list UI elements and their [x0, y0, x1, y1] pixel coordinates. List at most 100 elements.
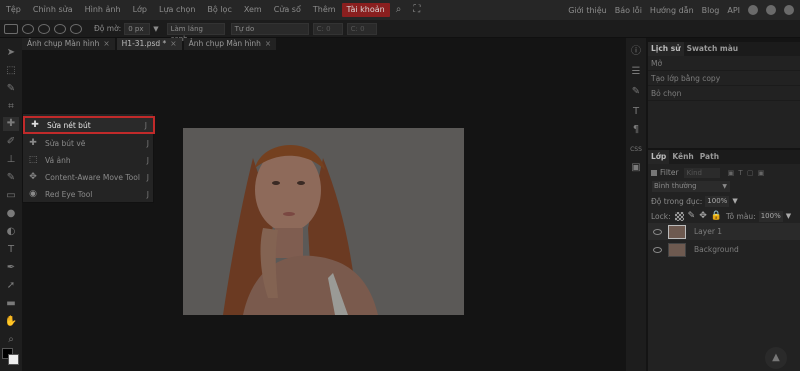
close-icon[interactable]: ×: [170, 39, 176, 48]
hardness-input[interactable]: 0 px: [124, 22, 151, 35]
color-swatches[interactable]: [2, 348, 20, 366]
menu-view[interactable]: Xem: [238, 0, 268, 20]
fill-input[interactable]: 100%: [758, 210, 783, 222]
flyout-item-healing-brush[interactable]: ✚ Sửa nét bút J: [23, 116, 155, 134]
menu-window[interactable]: Cửa sổ: [268, 0, 307, 20]
mode-select[interactable]: Tự do: [230, 22, 309, 35]
lock-move-icon[interactable]: ✥: [699, 211, 707, 221]
tab-paths[interactable]: Path: [697, 150, 722, 164]
document-image[interactable]: [183, 128, 464, 315]
blur-tool-icon[interactable]: ●: [3, 207, 19, 221]
lock-transparency-icon[interactable]: [674, 211, 684, 221]
tab-swatches[interactable]: Swatch màu: [684, 42, 742, 56]
layer-name: Background: [694, 245, 739, 254]
tab-screenshot-1[interactable]: Ảnh chụp Màn hình ×: [22, 38, 115, 50]
link-report-bug[interactable]: Báo lỗi: [611, 6, 646, 15]
history-brush-icon[interactable]: ✎: [3, 171, 19, 185]
antialias-button[interactable]: Làm láng cạnh: [166, 22, 225, 43]
shape-tool-icon[interactable]: ▬: [3, 297, 19, 311]
layer-row-background[interactable]: Background: [648, 241, 800, 258]
flyout-item-content-aware-move[interactable]: ✥ Content-Aware Move Tool J: [23, 168, 155, 186]
dodge-tool-icon[interactable]: ◐: [3, 225, 19, 239]
healing-tool-icon[interactable]: ✚: [3, 117, 19, 131]
chevron-down-icon[interactable]: ▼: [732, 197, 737, 205]
close-icon[interactable]: ×: [265, 39, 271, 48]
mode-add-icon[interactable]: [38, 23, 50, 34]
zoom-tool-icon[interactable]: ⌕: [3, 333, 19, 347]
facebook-icon[interactable]: [784, 5, 794, 15]
menu-file[interactable]: Tệp: [0, 0, 27, 20]
css-icon[interactable]: CSS: [630, 144, 642, 156]
shortcut-key: J: [144, 120, 147, 130]
flyout-item-red-eye[interactable]: ◉ Red Eye Tool J: [23, 185, 155, 203]
c-field-2[interactable]: C: 0: [346, 22, 377, 35]
crop-tool-icon[interactable]: ⌗: [3, 100, 19, 114]
close-icon[interactable]: ×: [103, 39, 109, 48]
tab-layers[interactable]: Lớp: [648, 150, 670, 164]
tool-preset-icon[interactable]: [4, 23, 18, 34]
brush-settings-icon[interactable]: ✎: [630, 86, 642, 98]
path-select-icon[interactable]: ➚: [3, 279, 19, 293]
properties-icon[interactable]: ☰: [630, 66, 642, 78]
menu-more[interactable]: Thêm: [307, 0, 342, 20]
flyout-item-patch[interactable]: ⬚ Vá ảnh J: [23, 151, 155, 169]
stamp-tool-icon[interactable]: ⊥: [3, 153, 19, 167]
tab-history[interactable]: Lịch sử: [648, 42, 684, 56]
eraser-tool-icon[interactable]: ▭: [3, 189, 19, 203]
type-tool-icon[interactable]: T: [3, 243, 19, 257]
filter-checkbox[interactable]: [651, 169, 657, 176]
mode-normal-icon[interactable]: [22, 23, 34, 34]
flyout-label: Sửa bút vẽ: [45, 138, 86, 148]
chevron-down-icon[interactable]: ▼: [786, 212, 791, 220]
opacity-input[interactable]: 100%: [705, 195, 730, 207]
character-icon[interactable]: T: [630, 106, 642, 118]
layer-row-layer1[interactable]: Layer 1: [648, 223, 800, 240]
reddit-icon[interactable]: [748, 5, 758, 15]
filter-row: Filter Kind ▣ T ▢ ▣: [651, 166, 765, 179]
brush-tool-icon[interactable]: ✐: [3, 135, 19, 149]
mode-subtract-icon[interactable]: [54, 23, 66, 34]
chevron-down-icon[interactable]: ▼: [153, 25, 158, 33]
shortcut-key: J: [146, 189, 149, 199]
twitter-icon[interactable]: [766, 5, 776, 15]
info-icon[interactable]: ⓘ: [630, 46, 642, 58]
filter-kind-select[interactable]: Kind: [683, 167, 720, 178]
menu-image[interactable]: Hình ảnh: [79, 0, 127, 20]
move-tool-icon[interactable]: ➤: [3, 46, 19, 60]
history-item[interactable]: Bỏ chọn: [648, 86, 800, 101]
healing-tools-flyout: ✚ Sửa nét bút J ✚ Sửa bút vẽ J ⬚ Vá ảnh …: [22, 113, 155, 203]
visibility-eye-icon[interactable]: [653, 246, 662, 253]
visibility-eye-icon[interactable]: [653, 228, 662, 235]
link-about[interactable]: Giới thiệu: [564, 6, 611, 15]
menu-filter[interactable]: Bộ lọc: [201, 0, 237, 20]
tab-channels[interactable]: Kênh: [669, 150, 696, 164]
history-item[interactable]: Mở: [648, 56, 800, 71]
hand-tool-icon[interactable]: ✋: [3, 315, 19, 329]
mode-intersect-icon[interactable]: [70, 23, 82, 34]
fullscreen-icon[interactable]: ⛶: [407, 0, 426, 20]
menu-edit[interactable]: Chỉnh sửa: [27, 0, 79, 20]
paragraph-icon[interactable]: ¶: [630, 124, 642, 136]
c-field-1[interactable]: C: 0: [312, 22, 343, 35]
blend-mode-select[interactable]: Bình thường ▼: [652, 181, 730, 192]
flyout-item-spot-healing[interactable]: ✚ Sửa bút vẽ J: [23, 134, 155, 152]
tab-h1-31[interactable]: H1-31.psd * ×: [116, 38, 182, 50]
scroll-top-button[interactable]: ▲: [765, 347, 787, 369]
link-guide[interactable]: Hướng dẫn: [646, 6, 698, 15]
link-api[interactable]: API: [723, 6, 744, 15]
link-blog[interactable]: Blog: [698, 6, 724, 15]
history-item[interactable]: Tạo lớp bằng copy: [648, 71, 800, 86]
image-icon[interactable]: ▣: [630, 162, 642, 174]
tab-screenshot-2[interactable]: Ảnh chụp Màn hình ×: [183, 38, 277, 50]
menu-select[interactable]: Lựa chọn: [153, 0, 201, 20]
lasso-tool-icon[interactable]: ✎: [3, 82, 19, 96]
lock-all-icon[interactable]: 🔒: [711, 211, 722, 221]
menu-layer[interactable]: Lớp: [127, 0, 153, 20]
filter-type-icons[interactable]: ▣ T ▢ ▣: [728, 169, 766, 177]
lock-paint-icon[interactable]: ✎: [688, 211, 696, 221]
search-icon[interactable]: ⌕: [390, 0, 408, 20]
tab-label: Ảnh chụp Màn hình: [27, 39, 100, 48]
marquee-tool-icon[interactable]: ⬚: [3, 64, 19, 78]
menu-account[interactable]: Tài khoản: [341, 3, 390, 17]
pen-tool-icon[interactable]: ✒: [3, 261, 19, 275]
